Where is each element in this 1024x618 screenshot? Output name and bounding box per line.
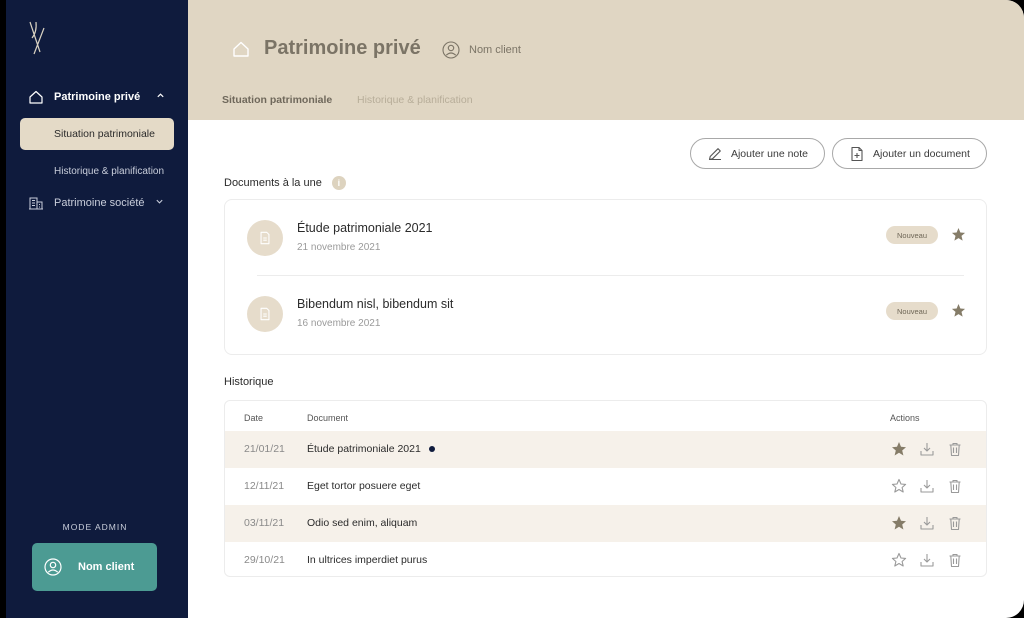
download-icon[interactable] (919, 478, 935, 494)
row-document[interactable]: Eget tortor posuere eget (307, 480, 420, 492)
home-icon (233, 41, 249, 57)
row-date: 12/11/21 (244, 480, 285, 492)
history-section-title: Historique (224, 376, 274, 388)
featured-doc-date: 21 novembre 2021 (297, 242, 381, 253)
add-file-icon (849, 146, 865, 162)
screen-frame: Patrimoine privé Situation patrimoniale … (0, 0, 1024, 618)
sidebar-item-label: Patrimoine privé (54, 91, 141, 103)
featured-doc-title: Bibendum nisl, bibendum sit (297, 297, 454, 311)
trash-icon[interactable] (947, 552, 963, 568)
row-date: 03/11/21 (244, 517, 285, 529)
new-indicator-dot (428, 446, 435, 452)
table-row[interactable]: 29/10/21 In ultrices imperdiet purus (225, 542, 986, 576)
star-filled-icon[interactable] (951, 303, 966, 318)
page-header: Patrimoine privé Nom client Situation pa… (188, 0, 1024, 120)
table-row[interactable]: 21/01/21 Étude patrimoniale 2021 (225, 431, 986, 468)
header-user-name: Nom client (469, 44, 521, 56)
row-document-name: Étude patrimoniale 2021 (307, 443, 421, 455)
new-badge: Nouveau (886, 302, 938, 320)
featured-doc-date: 16 novembre 2021 (297, 318, 381, 329)
sidebar-item-situation-patrimoniale[interactable]: Situation patrimoniale (20, 118, 174, 150)
add-note-label: Ajouter une note (730, 147, 809, 160)
column-header-date: Date (244, 413, 264, 423)
trash-icon[interactable] (947, 515, 963, 531)
row-date: 21/01/21 (244, 443, 285, 455)
row-date: 29/10/21 (244, 554, 285, 566)
row-document-name: Odio sed enim, aliquam (307, 517, 418, 529)
new-badge: Nouveau (886, 226, 938, 244)
mode-admin-label: MODE ADMIN (62, 522, 128, 532)
home-icon (28, 89, 44, 105)
document-icon (247, 220, 283, 256)
sidebar-item-label: Situation patrimoniale (54, 128, 155, 140)
star-filled-icon[interactable] (891, 441, 907, 457)
brand-logo (29, 21, 45, 55)
row-document[interactable]: Étude patrimoniale 2021 (307, 443, 435, 455)
header-user[interactable]: Nom client (442, 41, 521, 59)
client-button-label: Nom client (78, 561, 135, 573)
row-actions (891, 478, 975, 494)
user-icon (44, 558, 62, 576)
sidebar: Patrimoine privé Situation patrimoniale … (6, 0, 188, 618)
featured-doc-title: Étude patrimoniale 2021 (297, 221, 433, 235)
featured-doc-item[interactable]: Étude patrimoniale 2021 21 novembre 2021… (225, 200, 986, 276)
featured-title: Documents à la une (224, 177, 322, 189)
row-actions (891, 441, 975, 457)
download-icon[interactable] (919, 515, 935, 531)
history-table: Date Document Actions 21/01/21 Étude pat… (224, 400, 987, 577)
sidebar-item-patrimoine-societe[interactable]: Patrimoine société (28, 195, 164, 211)
add-document-button[interactable]: Ajouter un document (832, 138, 987, 169)
sidebar-item-historique[interactable]: Historique & planification (54, 166, 164, 177)
featured-section-title: Documents à la une i (224, 176, 346, 190)
sidebar-item-patrimoine-prive[interactable]: Patrimoine privé (28, 89, 165, 105)
client-button[interactable]: Nom client (32, 543, 157, 591)
trash-icon[interactable] (947, 478, 963, 494)
add-note-button[interactable]: Ajouter une note (690, 138, 825, 169)
download-icon[interactable] (919, 441, 935, 457)
sidebar-item-label: Patrimoine société (54, 197, 145, 209)
column-header-actions: Actions (890, 413, 920, 423)
tab-situation-patrimoniale[interactable]: Situation patrimoniale (222, 94, 332, 106)
download-icon[interactable] (919, 552, 935, 568)
column-header-document: Document (307, 413, 349, 423)
pencil-icon (707, 146, 723, 162)
trash-icon[interactable] (947, 441, 963, 457)
row-document[interactable]: Odio sed enim, aliquam (307, 517, 417, 529)
star-filled-icon[interactable] (951, 227, 966, 242)
tab-historique-planification[interactable]: Historique & planification (357, 94, 473, 106)
star-filled-icon[interactable] (891, 515, 907, 531)
featured-documents-card: Étude patrimoniale 2021 21 novembre 2021… (224, 199, 987, 355)
chevron-down-icon (155, 197, 164, 209)
table-row[interactable]: 03/11/21 Odio sed enim, aliquam (225, 505, 986, 542)
app-window: Patrimoine privé Situation patrimoniale … (6, 0, 1024, 618)
star-outline-icon[interactable] (891, 478, 907, 494)
document-icon (247, 296, 283, 332)
sidebar-item-label: Historique & planification (54, 166, 165, 177)
info-icon[interactable]: i (331, 176, 346, 190)
page-title: Patrimoine privé (264, 37, 421, 59)
star-outline-icon[interactable] (891, 552, 907, 568)
row-document-name: In ultrices imperdiet purus (307, 554, 428, 566)
add-document-label: Ajouter un document (873, 147, 970, 160)
row-actions (891, 515, 975, 531)
row-document[interactable]: In ultrices imperdiet purus (307, 554, 427, 566)
table-row[interactable]: 12/11/21 Eget tortor posuere eget (225, 468, 986, 505)
row-actions (891, 552, 975, 568)
row-document-name: Eget tortor posuere eget (307, 480, 421, 492)
user-icon (442, 41, 460, 59)
chevron-up-icon (156, 91, 165, 103)
featured-doc-item[interactable]: Bibendum nisl, bibendum sit 16 novembre … (225, 276, 986, 352)
building-icon (28, 195, 44, 211)
